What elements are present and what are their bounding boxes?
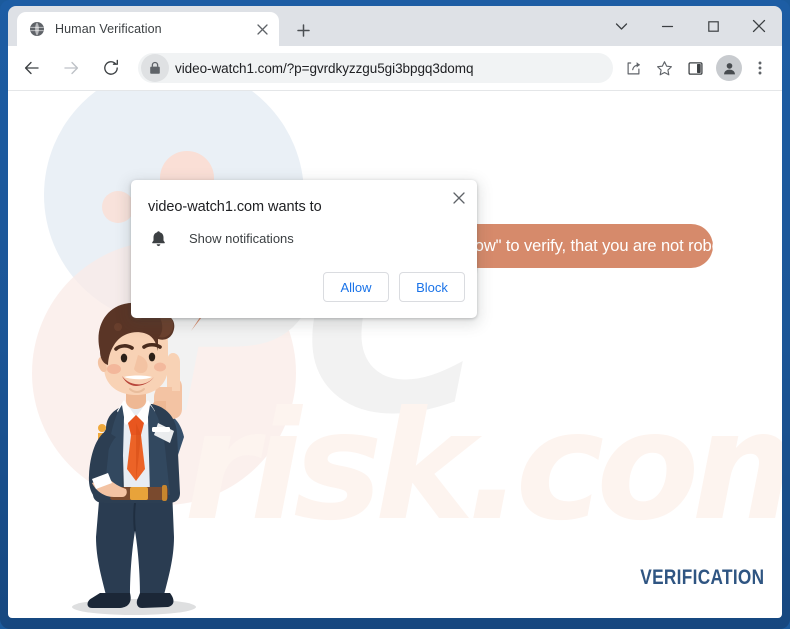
minimize-button[interactable] <box>644 6 690 46</box>
dialog-permission-row: Show notifications <box>148 228 294 248</box>
tab-close-icon[interactable] <box>253 20 271 38</box>
tab-human-verification[interactable]: Human Verification <box>17 12 279 46</box>
window-controls <box>598 6 782 46</box>
dialog-permission-label: Show notifications <box>189 230 294 246</box>
browser-window: Human Verification video-watch1.com/?p=g… <box>0 0 790 629</box>
bell-icon <box>148 228 168 248</box>
dialog-title: video-watch1.com wants to <box>148 199 322 215</box>
verification-label: VERIFICATION <box>639 566 764 589</box>
dialog-actions: Allow Block <box>323 272 465 302</box>
lock-icon[interactable] <box>141 54 169 82</box>
bookmark-star-icon[interactable] <box>650 54 678 82</box>
tab-title: Human Verification <box>55 22 162 36</box>
reload-button[interactable] <box>96 53 126 83</box>
decorative-dot <box>102 191 134 223</box>
window-close-button[interactable] <box>736 6 782 46</box>
share-icon[interactable] <box>619 54 647 82</box>
profile-avatar[interactable] <box>716 55 742 81</box>
new-tab-button[interactable] <box>290 17 316 43</box>
tab-strip: Human Verification <box>8 6 782 46</box>
three-dot-menu-icon[interactable] <box>746 54 774 82</box>
forward-button[interactable] <box>56 53 86 83</box>
address-bar[interactable]: video-watch1.com/?p=gvrdkyzzgu5gi3bpgq3d… <box>138 53 613 83</box>
browser-toolbar: video-watch1.com/?p=gvrdkyzzgu5gi3bpgq3d… <box>8 46 782 91</box>
side-panel-icon[interactable] <box>681 54 709 82</box>
allow-button[interactable]: Allow <box>323 272 389 302</box>
tab-search-button[interactable] <box>598 6 644 46</box>
page-viewport: PC risk.com Press "Allow" to verify, tha… <box>8 91 782 618</box>
address-bar-url: video-watch1.com/?p=gvrdkyzzgu5gi3bpgq3d… <box>175 60 474 76</box>
notification-permission-dialog: video-watch1.com wants to Show notificat… <box>131 180 477 318</box>
maximize-button[interactable] <box>690 6 736 46</box>
globe-icon <box>29 21 45 37</box>
block-button[interactable]: Block <box>399 272 465 302</box>
dialog-close-icon[interactable] <box>447 186 471 210</box>
back-button[interactable] <box>17 53 47 83</box>
character-illustration <box>72 302 196 615</box>
